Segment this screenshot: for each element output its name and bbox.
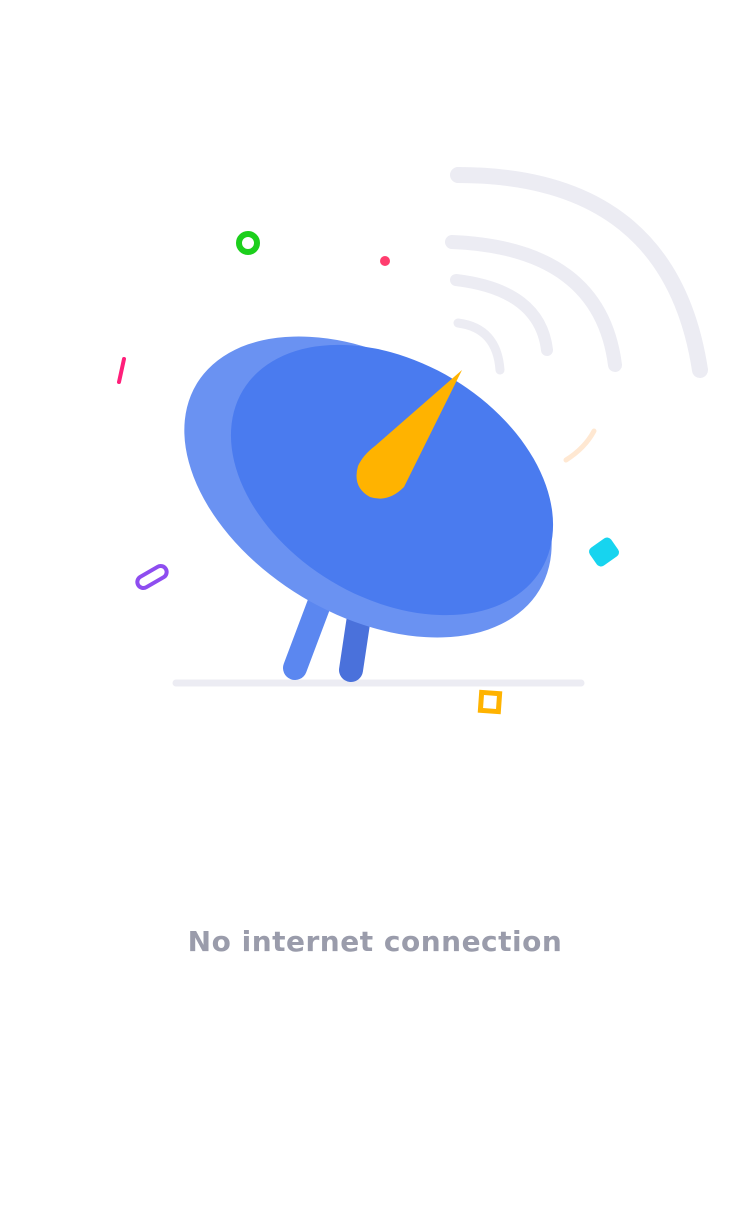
signal-waves — [445, 167, 708, 378]
signal-wave-large — [445, 235, 622, 372]
no-connection-illustration — [117, 167, 708, 715]
confetti-yellow-square — [477, 689, 503, 715]
no-connection-message: No internet connection — [187, 925, 563, 958]
confetti-cyan-diamond — [589, 537, 619, 567]
confetti-peach-arc — [563, 428, 597, 463]
confetti-purple-capsule — [135, 564, 169, 590]
signal-wave-small — [453, 318, 505, 375]
confetti-pink-dash — [117, 357, 126, 384]
signal-wave-medium — [450, 274, 553, 356]
confetti-green-ring — [236, 231, 260, 255]
confetti-pink-dot — [380, 256, 390, 266]
